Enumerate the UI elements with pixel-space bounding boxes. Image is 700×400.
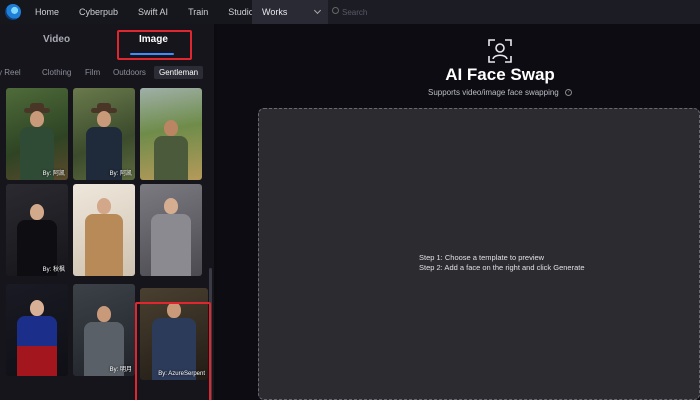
template-grid: By: 阿凯 By: 阿凯 By: 秋枫 By: 明月 By: AzureSer…	[4, 88, 208, 400]
search-icon	[332, 7, 339, 14]
instruction-steps: Step 1: Choose a template to preview Ste…	[419, 253, 585, 273]
category-gentleman[interactable]: Gentleman	[154, 66, 204, 79]
card-author: By: 明月	[109, 367, 132, 373]
card-author: By: 秋枫	[42, 267, 65, 273]
app-logo-icon[interactable]	[5, 4, 21, 20]
category-reel[interactable]: y Reel	[0, 68, 21, 77]
step-2-text: Step 2: Add a face on the right and clic…	[419, 263, 585, 272]
chevron-down-icon	[313, 6, 322, 15]
template-card[interactable]	[6, 284, 68, 376]
tab-video[interactable]: Video	[43, 34, 70, 45]
template-card[interactable]: By: 秋枫	[6, 184, 68, 276]
template-card-selected[interactable]: By: AzureSerpent	[140, 288, 208, 380]
nav-item-train[interactable]: Train	[188, 7, 208, 17]
template-card[interactable]	[140, 88, 202, 180]
card-author: By: AzureSerpent	[158, 371, 205, 377]
nav-item-home[interactable]: Home	[35, 7, 59, 17]
template-card[interactable]: By: 阿凯	[73, 88, 135, 180]
template-card[interactable]	[73, 184, 135, 276]
template-card[interactable]: By: 明月	[73, 284, 135, 376]
step-1-text: Step 1: Choose a template to preview	[419, 253, 545, 262]
nav-item-studio[interactable]: Studio	[228, 7, 254, 17]
works-dropdown[interactable]: Works	[252, 0, 328, 24]
works-dropdown-label: Works	[262, 7, 288, 17]
category-film[interactable]: Film	[85, 68, 100, 77]
template-card[interactable]: By: 阿凯	[6, 88, 68, 180]
active-tab-indicator	[130, 53, 174, 55]
tab-image[interactable]: Image	[139, 34, 168, 45]
face-swap-main: AI Face Swap Supports video/image face s…	[217, 24, 700, 400]
nav-item-cyberpub[interactable]: Cyberpub	[79, 7, 118, 17]
category-clothing[interactable]: Clothing	[42, 68, 71, 77]
scrollbar[interactable]	[209, 268, 212, 400]
media-tabs: Video Image	[0, 24, 214, 60]
template-card[interactable]	[140, 184, 202, 276]
preview-dropzone[interactable]: Step 1: Choose a template to preview Ste…	[258, 108, 700, 400]
card-author: By: 阿凯	[42, 171, 65, 177]
search-input[interactable]	[342, 7, 542, 17]
info-icon[interactable]: ?	[564, 89, 572, 97]
template-panel: Video Image y Reel Clothing Film Outdoor…	[0, 24, 214, 400]
face-scan-icon	[488, 39, 512, 63]
card-author: By: 阿凯	[109, 171, 132, 177]
nav-item-swift-ai[interactable]: Swift AI	[138, 7, 168, 17]
category-outdoors[interactable]: Outdoors	[113, 68, 146, 77]
page-title: AI Face Swap	[445, 65, 555, 84]
search-bar[interactable]	[328, 0, 700, 24]
category-filter-bar: y Reel Clothing Film Outdoors Gentleman	[0, 64, 214, 82]
page-subtitle: Supports video/image face swapping ?	[217, 88, 700, 97]
subtitle-text: Supports video/image face swapping	[428, 88, 559, 97]
